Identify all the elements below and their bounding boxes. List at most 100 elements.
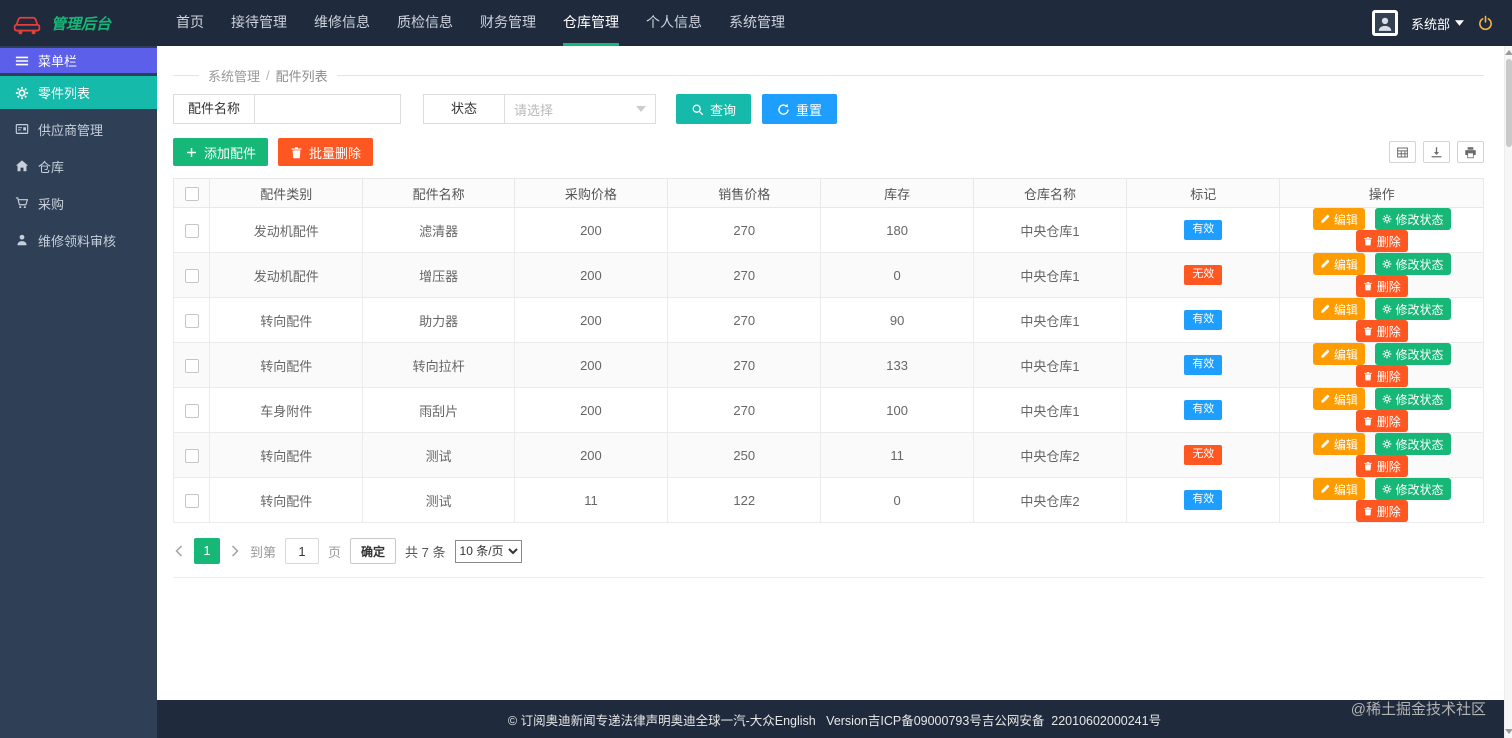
reset-button[interactable]: 重置: [762, 94, 838, 124]
edit-button[interactable]: 编辑: [1312, 478, 1365, 500]
delete-button[interactable]: 删除: [1355, 500, 1408, 522]
scrollbar-thumb[interactable]: [1506, 59, 1512, 147]
column-header: 仓库名称: [972, 178, 1128, 208]
edit-button-label: 编辑: [1333, 302, 1358, 317]
nav-item[interactable]: 接待管理: [231, 0, 287, 46]
scroll-up-icon[interactable]: [1505, 50, 1512, 55]
next-page-icon[interactable]: [229, 545, 241, 557]
cell-category: 发动机配件: [209, 207, 364, 253]
modify-status-button-label: 修改状态: [1395, 257, 1444, 272]
delete-button[interactable]: 删除: [1355, 365, 1408, 387]
search-button-label: 查询: [710, 102, 737, 118]
page-size-select[interactable]: 10 条/页: [454, 539, 522, 563]
export-icon[interactable]: [1423, 141, 1450, 163]
modify-status-button[interactable]: 修改状态: [1374, 253, 1451, 275]
breadcrumb-separator: /: [266, 68, 270, 83]
column-header: 配件类别: [209, 178, 364, 208]
sidebar-item[interactable]: 仓库: [0, 149, 157, 183]
trash-icon: [1363, 506, 1373, 516]
navbar-right: 系统部: [1371, 10, 1512, 36]
supplier-icon: [15, 122, 29, 136]
pagination: 1 到第 页 确定 共 7 条 10 条/页: [173, 538, 1484, 564]
batch-delete-button[interactable]: 批量删除: [278, 138, 374, 166]
cell-warehouse: 中央仓库1: [972, 207, 1128, 253]
edit-button[interactable]: 编辑: [1312, 388, 1365, 410]
sidebar-item[interactable]: 供应商管理: [0, 112, 157, 146]
sidebar-item-label: 维修领料审核: [38, 233, 117, 249]
department-dropdown[interactable]: 系统部: [1411, 14, 1464, 33]
delete-button[interactable]: 删除: [1355, 410, 1408, 432]
table-body: 发动机配件 滤清器 200 270 180 中央仓库1 有效 编辑 修改状态 删…: [172, 207, 1484, 523]
columns-toggle-icon[interactable]: [1389, 141, 1416, 163]
sidebar-item[interactable]: 采购: [0, 186, 157, 220]
status-select[interactable]: 请选择: [504, 94, 657, 124]
cell-purchase-price: 11: [513, 477, 669, 523]
cell-part-name: 转向拉杆: [362, 342, 515, 388]
avatar[interactable]: [1371, 10, 1398, 36]
nav-item[interactable]: 质检信息: [397, 0, 453, 46]
sidebar-item[interactable]: 菜单栏: [0, 48, 157, 73]
delete-button[interactable]: 删除: [1355, 320, 1408, 342]
edit-button[interactable]: 编辑: [1312, 208, 1365, 230]
edit-button[interactable]: 编辑: [1312, 343, 1365, 365]
current-page[interactable]: 1: [194, 538, 220, 564]
search-button[interactable]: 查询: [676, 94, 752, 124]
add-part-button[interactable]: 添加配件: [173, 138, 269, 166]
modify-status-button[interactable]: 修改状态: [1374, 343, 1451, 365]
edit-button[interactable]: 编辑: [1312, 433, 1365, 455]
plus-icon: [185, 146, 198, 159]
table-row: 发动机配件 增压器 200 270 0 中央仓库1 无效 编辑 修改状态 删除: [172, 252, 1484, 298]
delete-button[interactable]: 删除: [1355, 230, 1408, 252]
nav-item[interactable]: 仓库管理: [563, 0, 619, 46]
sidebar-item[interactable]: 零件列表: [0, 76, 157, 109]
modify-status-button[interactable]: 修改状态: [1374, 388, 1451, 410]
filter-bar: 配件名称 状态 请选择 查询 重置: [173, 94, 1484, 124]
delete-button[interactable]: 删除: [1355, 455, 1408, 477]
delete-button[interactable]: 删除: [1355, 275, 1408, 297]
nav-item[interactable]: 个人信息: [646, 0, 702, 46]
cell-part-name: 测试: [362, 432, 515, 478]
part-name-input[interactable]: [254, 94, 402, 124]
pencil-icon: [1320, 304, 1330, 314]
cell-purchase-price: 200: [513, 252, 669, 298]
row-select-cell: [172, 477, 211, 523]
gear-icon: [1382, 214, 1392, 224]
nav-item[interactable]: 首页: [176, 0, 204, 46]
edit-button[interactable]: 编辑: [1312, 253, 1365, 275]
column-header: 销售价格: [667, 178, 822, 208]
modify-status-button[interactable]: 修改状态: [1374, 478, 1451, 500]
row-checkbox[interactable]: [184, 313, 199, 328]
sidebar-item[interactable]: 维修领料审核: [0, 223, 157, 257]
scroll-down-icon[interactable]: [1505, 729, 1512, 734]
print-icon[interactable]: [1457, 141, 1484, 163]
row-checkbox[interactable]: [184, 223, 199, 238]
prev-page-icon[interactable]: [173, 545, 185, 557]
row-checkbox[interactable]: [184, 268, 199, 283]
row-checkbox[interactable]: [184, 403, 199, 418]
power-icon[interactable]: [1477, 15, 1494, 32]
select-all-checkbox[interactable]: [184, 186, 199, 201]
pencil-icon: [1320, 439, 1330, 449]
nav-item[interactable]: 维修信息: [314, 0, 370, 46]
edit-button[interactable]: 编辑: [1312, 298, 1365, 320]
goto-page-input[interactable]: [285, 538, 320, 564]
row-checkbox[interactable]: [184, 493, 199, 508]
goto-suffix-label: 页: [328, 544, 342, 560]
cell-part-name: 测试: [362, 477, 515, 523]
nav-item[interactable]: 财务管理: [480, 0, 536, 46]
modify-status-button[interactable]: 修改状态: [1374, 208, 1451, 230]
scrollbar[interactable]: [1504, 46, 1512, 738]
edit-button-label: 编辑: [1333, 347, 1358, 362]
row-checkbox[interactable]: [184, 448, 199, 463]
table-row: 发动机配件 滤清器 200 270 180 中央仓库1 有效 编辑 修改状态 删…: [172, 207, 1484, 253]
cell-part-name: 助力器: [362, 297, 515, 343]
cell-actions: 编辑 修改状态 删除: [1279, 342, 1484, 388]
cell-warehouse: 中央仓库2: [972, 432, 1128, 478]
part-name-label: 配件名称: [173, 94, 256, 124]
row-checkbox[interactable]: [184, 358, 199, 373]
confirm-page-button[interactable]: 确定: [350, 538, 397, 564]
breadcrumb-parent[interactable]: 系统管理: [208, 66, 260, 85]
modify-status-button[interactable]: 修改状态: [1374, 298, 1451, 320]
nav-item[interactable]: 系统管理: [729, 0, 785, 46]
modify-status-button[interactable]: 修改状态: [1374, 433, 1451, 455]
